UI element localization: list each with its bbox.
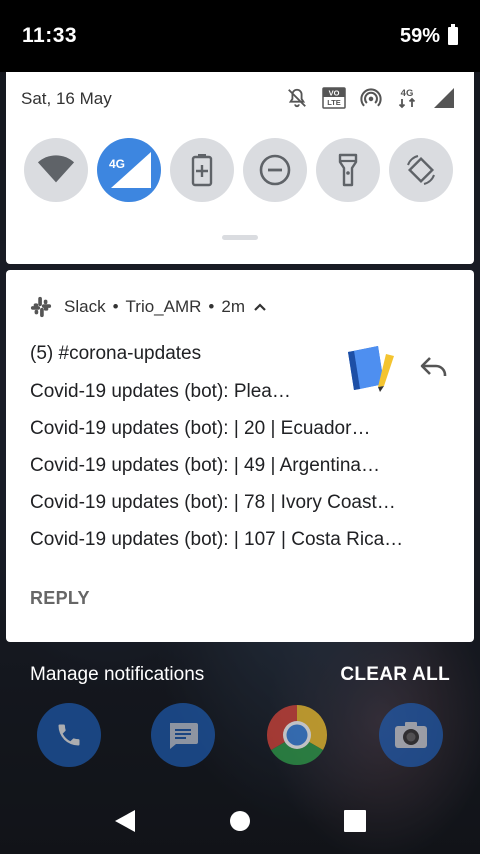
tile-flashlight[interactable]: [316, 138, 380, 202]
notification-time: 2m: [221, 297, 245, 316]
tile-wifi[interactable]: [24, 138, 88, 202]
mobile-data-icon: 4G: [109, 152, 151, 188]
notification-app-name: Slack: [64, 297, 106, 316]
notification-line: Covid-19 updates (bot): | 20 | Ecuador…: [30, 418, 371, 439]
do-not-disturb-icon: [259, 154, 291, 186]
phone-icon: [58, 724, 80, 746]
auto-rotate-icon: [407, 155, 435, 185]
home-dock: [0, 703, 480, 767]
notebook-app-icon: [344, 344, 396, 399]
recents-button[interactable]: [340, 806, 370, 836]
notification-line: Covid-19 updates (bot): | 107 | Costa Ri…: [30, 529, 404, 550]
qs-tiles: 4G: [24, 138, 453, 202]
battery-icon: [448, 24, 458, 45]
svg-text:LTE: LTE: [327, 98, 341, 107]
svg-text:4G: 4G: [401, 88, 414, 99]
header-separator: •: [112, 297, 119, 316]
dock-messages[interactable]: [151, 703, 215, 767]
battery-percent: 59%: [399, 25, 440, 47]
manage-notifications-button[interactable]: Manage notifications: [30, 664, 204, 686]
svg-text:VO: VO: [329, 89, 340, 98]
tile-battery-saver[interactable]: [170, 138, 234, 202]
back-icon: [115, 810, 135, 832]
flashlight-icon: [338, 153, 358, 187]
status-time: 11:33: [22, 24, 78, 47]
status-bar: 11:33 59%: [0, 0, 480, 72]
recents-icon: [344, 810, 366, 832]
dock-chrome[interactable]: [265, 703, 329, 767]
slack-logo-icon: [30, 296, 52, 318]
notification-line: Covid-19 updates (bot): | 78 | Ivory Coa…: [30, 492, 396, 513]
reply-button[interactable]: REPLY: [30, 588, 90, 609]
notification-line: Covid-19 updates (bot): | 49 | Argentina…: [30, 455, 380, 476]
notification-message-list: Covid-19 updates (bot): Plea… Covid-19 u…: [30, 380, 403, 565]
messages-icon: [170, 723, 198, 749]
clear-all-button[interactable]: CLEAR ALL: [340, 664, 450, 686]
home-icon: [230, 811, 250, 831]
slack-notification[interactable]: Slack • Trio_AMR • 2m (5) #corona-update…: [6, 270, 474, 642]
quick-settings-panel: Sat, 16 May VO LTE 4G 4G: [6, 72, 474, 264]
dock-phone[interactable]: [37, 703, 101, 767]
tile-auto-rotate[interactable]: [389, 138, 453, 202]
notification-title: (5) #corona-updates: [30, 343, 202, 364]
back-button[interactable]: [111, 806, 141, 836]
camera-icon: [395, 722, 427, 748]
qs-status-icons: VO LTE 4G: [286, 87, 456, 114]
navigation-bar: [0, 788, 480, 854]
notification-header: Slack • Trio_AMR • 2m: [30, 296, 267, 318]
hotspot-icon: [360, 87, 382, 114]
wifi-icon: [37, 155, 75, 183]
chrome-icon: [266, 705, 328, 766]
header-separator: •: [208, 297, 215, 316]
notification-workspace: Trio_AMR: [125, 297, 202, 316]
svg-text:4G: 4G: [109, 157, 125, 171]
tile-mobile-data[interactable]: 4G: [97, 138, 161, 202]
notifications-off-icon: [286, 87, 308, 114]
chevron-up-icon[interactable]: [253, 297, 267, 317]
volte-icon: VO LTE: [322, 87, 346, 114]
qs-expand-handle[interactable]: [222, 235, 258, 240]
reply-arrow-icon[interactable]: [420, 356, 448, 383]
signal-icon: [432, 87, 456, 114]
home-button[interactable]: [225, 806, 255, 836]
dock-camera[interactable]: [379, 703, 443, 767]
tile-do-not-disturb[interactable]: [243, 138, 307, 202]
battery-saver-icon: [191, 154, 213, 187]
qs-date[interactable]: Sat, 16 May: [21, 89, 112, 109]
data-4g-icon: 4G: [396, 87, 418, 114]
